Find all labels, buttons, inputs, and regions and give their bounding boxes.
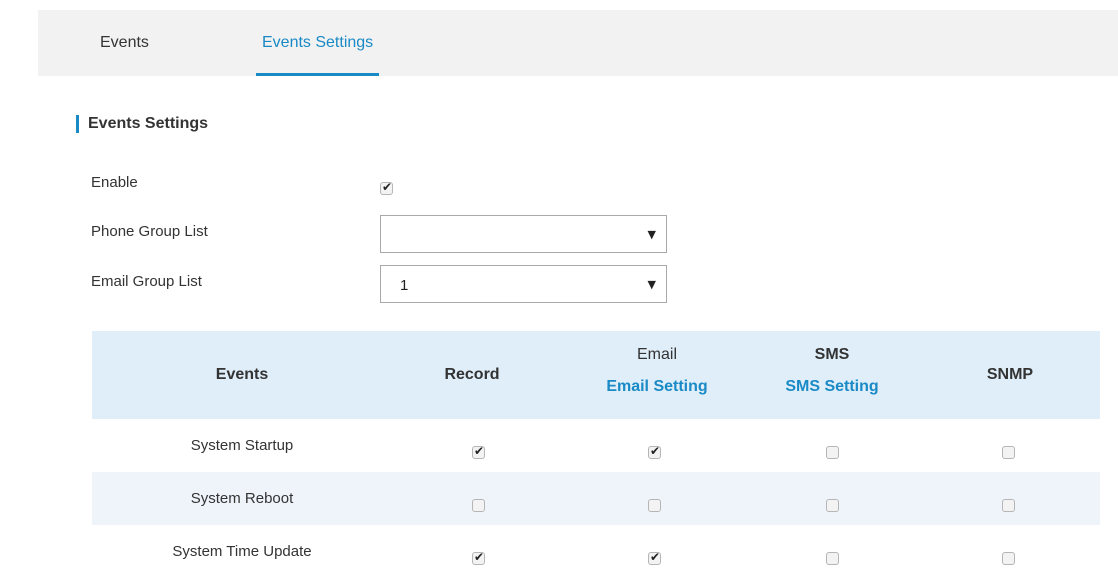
event-name: System Reboot	[190, 490, 294, 507]
sms-checkbox[interactable]	[826, 552, 839, 565]
event-name: System Time Update	[172, 543, 312, 560]
col-snmp: SNMP	[986, 366, 1034, 383]
record-checkbox[interactable]	[472, 550, 485, 565]
table-row: System Startup	[92, 419, 1100, 472]
col-record: Record	[444, 366, 500, 383]
phone-group-label: Phone Group List	[91, 223, 208, 240]
sms-checkbox[interactable]	[826, 446, 839, 459]
email-group-select[interactable]: 1 ▼	[380, 265, 667, 303]
tab-bar: Events Events Settings	[38, 10, 1118, 76]
enable-label: Enable	[91, 174, 138, 191]
tab-events[interactable]: Events	[100, 10, 149, 76]
enable-checkbox[interactable]	[380, 180, 393, 195]
email-checkbox[interactable]	[648, 499, 661, 512]
table-row: System Reboot	[92, 472, 1100, 525]
col-sms: SMS SMS Setting	[752, 346, 912, 396]
email-checkbox[interactable]	[648, 550, 661, 565]
email-group-value: 1	[400, 277, 409, 294]
tab-events-settings[interactable]: Events Settings	[256, 10, 380, 76]
email-setting-link[interactable]: Email Setting	[577, 378, 737, 396]
col-email-title: Email	[636, 346, 677, 363]
sms-checkbox[interactable]	[826, 499, 839, 512]
col-email: Email Email Setting	[577, 346, 737, 396]
snmp-checkbox[interactable]	[1002, 499, 1015, 512]
table-header: Events Record Email Email Setting SMS SM…	[92, 331, 1100, 419]
chevron-down-icon: ▼	[647, 278, 656, 291]
snmp-checkbox[interactable]	[1002, 446, 1015, 459]
chevron-down-icon: ▼	[647, 228, 656, 241]
event-name: System Startup	[190, 437, 294, 454]
sms-setting-link[interactable]: SMS Setting	[752, 378, 912, 396]
phone-group-select[interactable]: ▼	[380, 215, 667, 253]
email-group-label: Email Group List	[91, 273, 202, 290]
section-title: Events Settings	[76, 115, 208, 133]
col-events: Events	[215, 366, 269, 383]
table-row: System Time Update	[92, 525, 1100, 578]
record-checkbox[interactable]	[472, 444, 485, 459]
record-checkbox[interactable]	[472, 499, 485, 512]
email-checkbox[interactable]	[648, 444, 661, 459]
snmp-checkbox[interactable]	[1002, 552, 1015, 565]
col-sms-title: SMS	[814, 346, 850, 363]
